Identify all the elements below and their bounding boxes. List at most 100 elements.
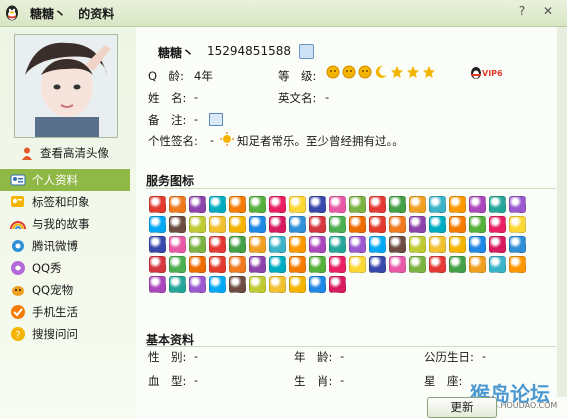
- service-icon[interactable]: [349, 256, 366, 273]
- service-icon[interactable]: [509, 236, 526, 253]
- nav-item-soso-wenwen[interactable]: ? 搜搜问问: [0, 323, 130, 345]
- nav-item-tags[interactable]: 标签和印象: [0, 191, 130, 213]
- service-icon[interactable]: [229, 196, 246, 213]
- service-icon[interactable]: [149, 236, 166, 253]
- service-icon[interactable]: [409, 196, 426, 213]
- service-icon[interactable]: [409, 236, 426, 253]
- service-icon[interactable]: [509, 196, 526, 213]
- close-icon[interactable]: ✕: [539, 2, 557, 20]
- service-icon[interactable]: [189, 276, 206, 293]
- service-icon[interactable]: [189, 256, 206, 273]
- service-icon[interactable]: [389, 216, 406, 233]
- service-icon[interactable]: [509, 256, 526, 273]
- scrollbar[interactable]: [557, 27, 567, 397]
- service-icon[interactable]: [229, 276, 246, 293]
- service-icon[interactable]: [369, 196, 386, 213]
- service-icon[interactable]: [489, 196, 506, 213]
- service-icon[interactable]: [209, 236, 226, 253]
- service-icon[interactable]: [329, 276, 346, 293]
- service-icon[interactable]: [169, 256, 186, 273]
- service-icon[interactable]: [209, 196, 226, 213]
- service-icon[interactable]: [489, 256, 506, 273]
- service-icon[interactable]: [229, 236, 246, 253]
- nav-item-pet[interactable]: QQ宠物: [0, 279, 130, 301]
- service-icon[interactable]: [469, 256, 486, 273]
- service-icon[interactable]: [329, 236, 346, 253]
- service-icon[interactable]: [189, 216, 206, 233]
- service-icon[interactable]: [509, 216, 526, 233]
- service-icon[interactable]: [409, 216, 426, 233]
- service-icon[interactable]: [189, 196, 206, 213]
- nav-item-story[interactable]: 与我的故事: [0, 213, 130, 235]
- service-icon[interactable]: [149, 276, 166, 293]
- service-icon[interactable]: [429, 216, 446, 233]
- service-icon[interactable]: [349, 216, 366, 233]
- service-icon[interactable]: [469, 236, 486, 253]
- view-hd-avatar-link[interactable]: 查看高清头像: [20, 145, 109, 161]
- service-icon[interactable]: [449, 196, 466, 213]
- service-icon[interactable]: [409, 256, 426, 273]
- service-icon[interactable]: [489, 236, 506, 253]
- edit-remark-icon[interactable]: [209, 113, 223, 126]
- service-icon[interactable]: [249, 276, 266, 293]
- service-icon[interactable]: [269, 196, 286, 213]
- nav-item-mobile-life[interactable]: 手机生活: [0, 301, 130, 323]
- avatar[interactable]: [14, 34, 118, 138]
- service-icon[interactable]: [449, 256, 466, 273]
- service-icon[interactable]: [369, 216, 386, 233]
- service-icon[interactable]: [209, 276, 226, 293]
- service-icon[interactable]: [249, 216, 266, 233]
- service-icon[interactable]: [309, 196, 326, 213]
- service-icon[interactable]: [449, 216, 466, 233]
- service-icon[interactable]: [209, 256, 226, 273]
- vip-badge[interactable]: VIP6: [469, 65, 503, 82]
- service-icon[interactable]: [149, 256, 166, 273]
- nav-item-weibo[interactable]: 腾讯微博: [0, 235, 130, 257]
- service-icon[interactable]: [149, 216, 166, 233]
- nav-item-profile[interactable]: 个人资料: [0, 169, 130, 191]
- contact-card-icon[interactable]: [299, 44, 314, 59]
- service-icon[interactable]: [489, 216, 506, 233]
- service-icon[interactable]: [169, 216, 186, 233]
- service-icon[interactable]: [369, 256, 386, 273]
- service-icon[interactable]: [309, 256, 326, 273]
- service-icon[interactable]: [429, 236, 446, 253]
- service-icon[interactable]: [209, 216, 226, 233]
- service-icon[interactable]: [289, 256, 306, 273]
- service-icon[interactable]: [349, 236, 366, 253]
- service-icon[interactable]: [389, 236, 406, 253]
- service-icon[interactable]: [269, 236, 286, 253]
- service-icon[interactable]: [429, 256, 446, 273]
- service-icon[interactable]: [329, 256, 346, 273]
- service-icon[interactable]: [289, 276, 306, 293]
- service-icon[interactable]: [269, 216, 286, 233]
- service-icon[interactable]: [229, 256, 246, 273]
- service-icon[interactable]: [349, 196, 366, 213]
- help-icon[interactable]: ?: [513, 2, 531, 20]
- service-icon[interactable]: [269, 276, 286, 293]
- service-icon[interactable]: [289, 196, 306, 213]
- service-icon[interactable]: [389, 256, 406, 273]
- service-icon[interactable]: [309, 276, 326, 293]
- service-icon[interactable]: [229, 216, 246, 233]
- service-icon[interactable]: [449, 236, 466, 253]
- service-icon[interactable]: [289, 236, 306, 253]
- service-icon[interactable]: [369, 236, 386, 253]
- service-icon[interactable]: [249, 196, 266, 213]
- refresh-button[interactable]: 更新: [427, 397, 497, 418]
- service-icon[interactable]: [249, 256, 266, 273]
- service-icon[interactable]: [329, 196, 346, 213]
- service-icon[interactable]: [149, 196, 166, 213]
- service-icon[interactable]: [189, 236, 206, 253]
- service-icon[interactable]: [429, 196, 446, 213]
- service-icon[interactable]: [469, 196, 486, 213]
- service-icon[interactable]: [289, 216, 306, 233]
- service-icon[interactable]: [249, 236, 266, 253]
- service-icon[interactable]: [169, 196, 186, 213]
- service-icon[interactable]: [329, 216, 346, 233]
- service-icon[interactable]: [269, 256, 286, 273]
- service-icon[interactable]: [469, 216, 486, 233]
- service-icon[interactable]: [389, 196, 406, 213]
- service-icon[interactable]: [309, 236, 326, 253]
- service-icon[interactable]: [169, 236, 186, 253]
